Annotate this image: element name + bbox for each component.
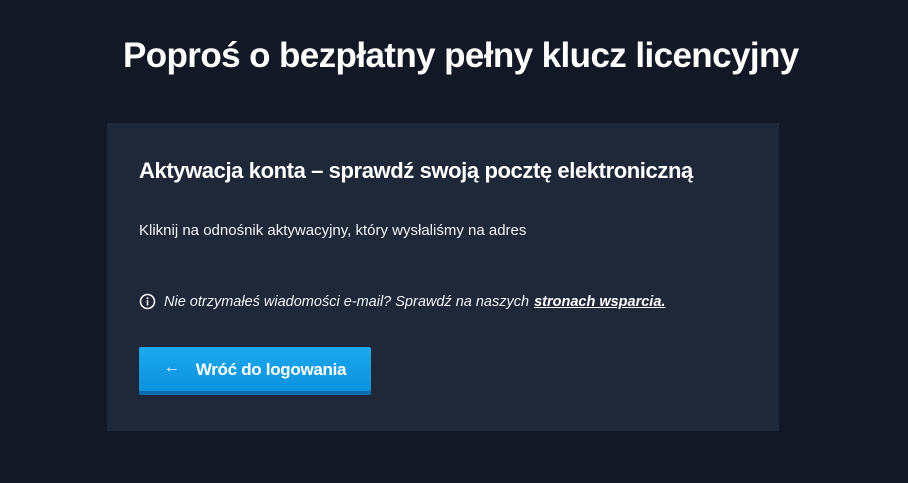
support-pages-link[interactable]: stronach wsparcia. [534,294,665,310]
activation-message: Kliknij na odnośnik aktywacyjny, który w… [139,222,527,239]
card-heading: Aktywacja konta – sprawdź swoją pocztę e… [139,158,693,183]
back-to-login-label: Wróć do logowania [195,360,347,379]
page-title: Poproś o bezpłatny pełny klucz licencyjn… [123,36,799,75]
email-help-notice: Nie otrzymałeś wiadomości e-mail? Sprawd… [139,293,665,310]
info-icon [139,293,156,310]
notice-text: Nie otrzymałeś wiadomości e-mail? Sprawd… [164,293,530,310]
back-to-login-button[interactable]: ← Wróć do logowania [139,347,371,395]
activation-card: Aktywacja konta – sprawdź swoją pocztę e… [107,123,779,431]
arrow-left-icon: ← [163,359,180,376]
